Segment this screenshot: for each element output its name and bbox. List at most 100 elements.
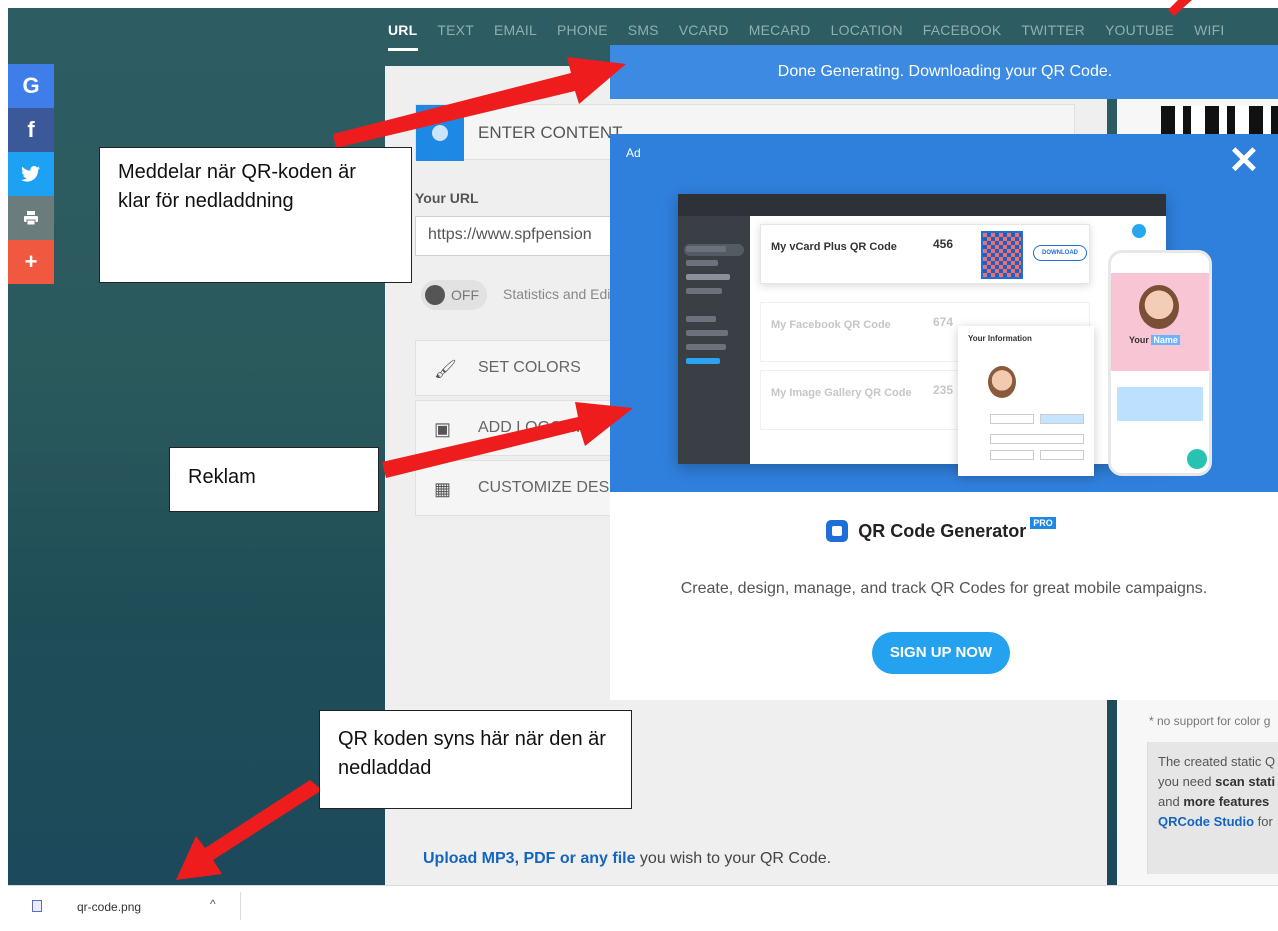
- plus-icon: +: [24, 249, 38, 274]
- statistics-toggle[interactable]: OFF: [421, 280, 487, 310]
- mockup-card-count: 235: [933, 383, 954, 397]
- mockup-nav-item: [686, 274, 730, 280]
- image-icon: ▣: [434, 419, 452, 439]
- mockup-field: [990, 434, 1084, 444]
- share-more-button[interactable]: +: [8, 240, 54, 284]
- ad-label: Ad: [626, 146, 641, 160]
- twitter-icon: [21, 166, 40, 182]
- info-text: for: [1254, 814, 1273, 829]
- info-bold: scan stati: [1215, 774, 1276, 789]
- mockup-card-name: My Image Gallery QR Code: [771, 387, 912, 399]
- mockup-nav-item: [686, 358, 720, 364]
- mockup-nav-item: [686, 316, 716, 322]
- facebook-icon: f: [27, 117, 35, 142]
- share-print-button[interactable]: [8, 196, 54, 240]
- tab-phone[interactable]: PHONE: [557, 22, 608, 50]
- brand-name: QR Code Generator: [858, 520, 1027, 541]
- info-line: The created static Q: [1158, 754, 1276, 769]
- enter-content-label: ENTER CONTENT: [478, 123, 623, 142]
- mockup-add-button: [1132, 224, 1146, 238]
- mockup-nav-item: [686, 344, 726, 350]
- pro-badge: PRO: [1030, 517, 1056, 529]
- mockup-nav-item: [686, 288, 722, 294]
- ad-dashboard-mockup: My vCard Plus QR Code 456 DOWNLOAD My Fa…: [678, 194, 1166, 476]
- info-bold: more features: [1183, 794, 1270, 809]
- ad-tagline: Create, design, manage, and track QR Cod…: [680, 580, 1208, 597]
- url-label: Your URL: [415, 190, 479, 206]
- upload-link[interactable]: Upload MP3, PDF or any file: [423, 850, 635, 867]
- static-qr-info: The created static Q you need scan stati…: [1147, 742, 1278, 874]
- callout-download-location: QR koden syns här när den är nedladdad: [319, 710, 632, 809]
- add-logo-label: ADD LOGO IM: [478, 419, 585, 436]
- info-line: and more features: [1158, 792, 1278, 812]
- brush-icon: 🖌: [434, 359, 457, 379]
- customize-design-label: CUSTOMIZE DESI: [478, 479, 614, 496]
- ad-phone-mockup: Your Name: [1108, 250, 1212, 476]
- mockup-field: [990, 450, 1034, 460]
- close-icon[interactable]: ✕: [1228, 142, 1260, 180]
- mockup-sidenav: [678, 216, 750, 464]
- phone-avatar: [1139, 285, 1179, 329]
- phone-name-prefix: Your: [1129, 335, 1152, 345]
- ad-brand: QR Code Generator PRO: [610, 517, 1278, 542]
- statistics-label: Statistics and Edi: [503, 286, 611, 302]
- mockup-nav-item: [686, 260, 718, 266]
- mockup-field: [1040, 450, 1084, 460]
- ad-modal: Ad ✕ My vCard Plus QR Code 456 DOWNLOAD …: [610, 134, 1278, 700]
- set-colors-label: SET COLORS: [478, 359, 581, 376]
- mockup-download-button: DOWNLOAD: [1033, 245, 1087, 261]
- phone-name: Your Name: [1129, 335, 1180, 345]
- share-google-button[interactable]: G: [8, 64, 54, 108]
- downloaded-file-name[interactable]: qr-code.png: [77, 900, 141, 914]
- browser-download-bar: qr-code.png ^: [8, 885, 1278, 931]
- phone-summary: [1117, 387, 1203, 421]
- enter-content-marker: [416, 105, 464, 161]
- color-support-note: * no support for color g: [1149, 714, 1271, 728]
- mockup-qr-image: [981, 231, 1023, 279]
- mockup-card-name: My Facebook QR Code: [771, 319, 891, 331]
- callout-ad: Reklam: [169, 447, 379, 512]
- google-icon: G: [22, 73, 40, 98]
- tab-email[interactable]: EMAIL: [494, 22, 537, 50]
- mockup-field: [1040, 414, 1084, 424]
- mockup-nav-item: [686, 246, 726, 252]
- mockup-topbar: [678, 194, 1166, 216]
- print-icon: [24, 211, 38, 226]
- share-twitter-button[interactable]: [8, 152, 54, 196]
- info-text: you need: [1158, 774, 1216, 789]
- download-status-banner: Done Generating. Downloading your QR Cod…: [610, 45, 1278, 99]
- callout-download-notice: Meddelar när QR-koden är klar för nedlad…: [99, 147, 412, 283]
- mockup-card-count: 456: [933, 237, 954, 251]
- mockup-avatar: [988, 366, 1016, 398]
- mockup-field: [990, 414, 1034, 424]
- phone-name-highlight: Name: [1151, 335, 1180, 345]
- tab-text[interactable]: TEXT: [437, 22, 474, 50]
- toggle-knob: [425, 285, 445, 305]
- banner-text: Done Generating. Downloading your QR Cod…: [777, 63, 1113, 80]
- info-text: and: [1158, 794, 1184, 809]
- mockup-card-count: 674: [933, 315, 954, 329]
- mockup-nav-item: [686, 330, 728, 336]
- tab-url[interactable]: URL: [388, 22, 417, 50]
- share-facebook-button[interactable]: f: [8, 108, 54, 152]
- phone-contact-button: [1187, 449, 1207, 469]
- ad-hero: Ad ✕ My vCard Plus QR Code 456 DOWNLOAD …: [610, 134, 1278, 492]
- qrcode-studio-link[interactable]: QRCode Studio: [1158, 814, 1254, 829]
- info-line: you need scan stati: [1158, 772, 1278, 792]
- qr-generator-logo-icon: [826, 520, 849, 542]
- toggle-state: OFF: [451, 287, 479, 303]
- file-icon: [32, 900, 42, 912]
- mockup-info-title: Your Information: [968, 334, 1032, 343]
- upload-hint-text: you wish to your QR Code.: [635, 850, 832, 867]
- globe-icon: [432, 125, 448, 141]
- upload-hint: Upload MP3, PDF or any file you wish to …: [423, 850, 831, 868]
- sign-up-button[interactable]: SIGN UP NOW: [872, 632, 1010, 674]
- download-bar-divider: [240, 892, 241, 920]
- info-line: QRCode Studio for: [1158, 812, 1278, 832]
- chevron-up-icon[interactable]: ^: [210, 897, 216, 911]
- mockup-card-name: My vCard Plus QR Code: [771, 241, 897, 253]
- mockup-qr-card: My vCard Plus QR Code 456 DOWNLOAD: [760, 224, 1090, 284]
- mockup-info-panel: Your Information: [958, 326, 1094, 476]
- active-tab-indicator: [388, 48, 418, 51]
- qr-pattern-icon: ▦: [434, 479, 452, 499]
